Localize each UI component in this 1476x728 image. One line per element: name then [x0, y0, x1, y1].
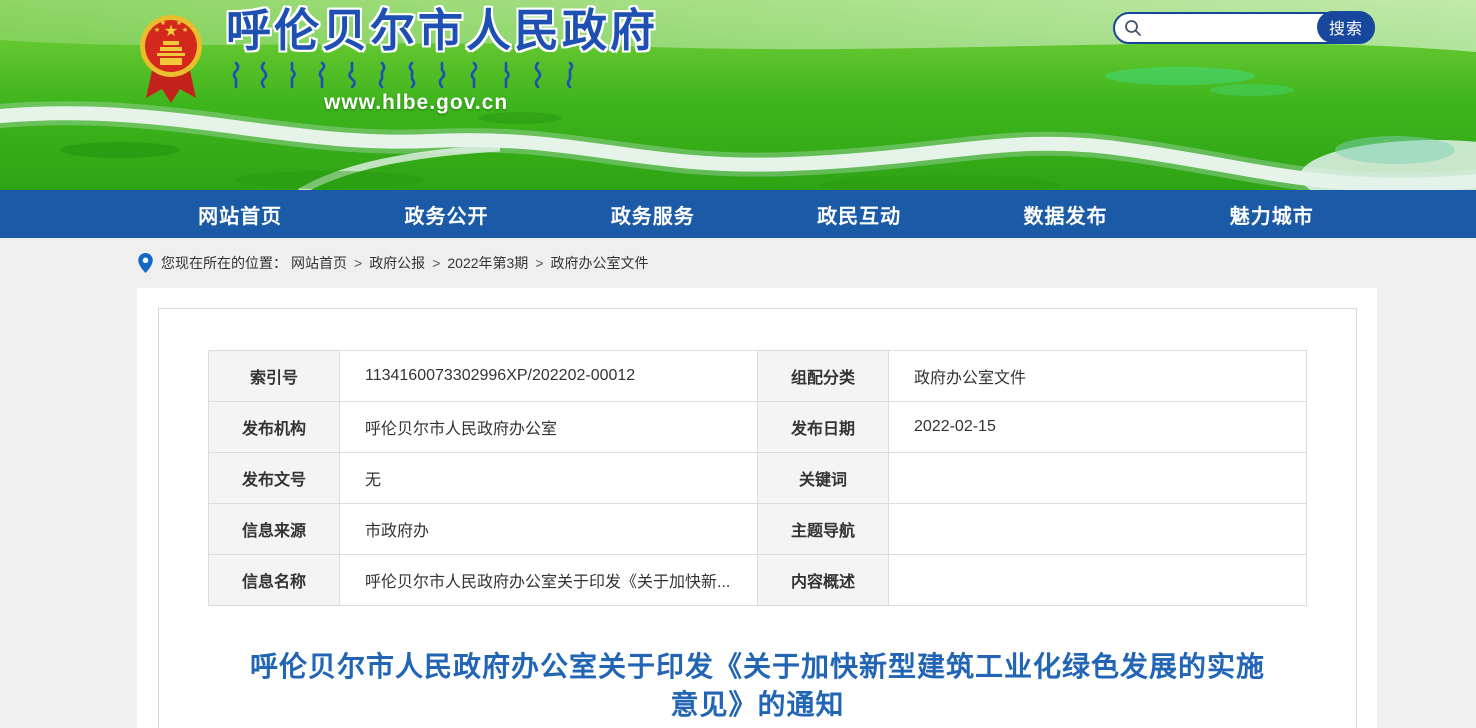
breadcrumb: 您现在所在的位置： 网站首页 > 政府公报 > 2022年第3期 > 政府办公室…	[0, 238, 1476, 288]
meta-label: 内容概述	[758, 555, 889, 606]
search-bar: 搜索	[1113, 12, 1375, 44]
breadcrumb-separator: >	[354, 255, 362, 271]
breadcrumb-separator: >	[432, 255, 440, 271]
nav-item-home[interactable]: 网站首页	[137, 190, 343, 238]
svg-text:★: ★	[160, 19, 166, 27]
national-emblem-icon: ★ ★ ★ ★ ★	[138, 8, 204, 108]
brand-text: 呼伦贝尔市人民政府	[226, 4, 658, 115]
meta-label: 发布机构	[209, 402, 340, 453]
table-row: 发布机构 呼伦贝尔市人民政府办公室 发布日期 2022-02-15	[209, 402, 1307, 453]
content-card: 索引号 1134160073302996XP/202202-00012 组配分类…	[137, 288, 1377, 728]
meta-value: 1134160073302996XP/202202-00012	[340, 351, 758, 402]
main-nav-items: 网站首页 政务公开 政务服务 政民互动 数据发布 魅力城市	[137, 190, 1375, 238]
meta-value: 无	[340, 453, 758, 504]
nav-item-city-charm[interactable]: 魅力城市	[1169, 190, 1375, 238]
breadcrumb-prefix: 您现在所在的位置：	[161, 253, 287, 273]
site-url: www.hlbe.gov.cn	[324, 91, 658, 115]
svg-text:★: ★	[154, 26, 160, 34]
meta-label: 发布文号	[209, 453, 340, 504]
breadcrumb-item-doc-type[interactable]: 政府办公室文件	[551, 253, 649, 273]
search-button[interactable]: 搜索	[1317, 11, 1375, 43]
meta-value: 呼伦贝尔市人民政府办公室	[340, 402, 758, 453]
main-nav: 网站首页 政务公开 政务服务 政民互动 数据发布 魅力城市	[0, 190, 1476, 238]
article-title: 呼伦贝尔市人民政府办公室关于印发《关于加快新型建筑工业化绿色发展的实施意见》的通…	[247, 648, 1268, 724]
nav-item-interaction[interactable]: 政民互动	[756, 190, 962, 238]
meta-value: 政府办公室文件	[889, 351, 1307, 402]
nav-item-gov-service[interactable]: 政务服务	[550, 190, 756, 238]
svg-text:★: ★	[176, 19, 182, 27]
meta-value: 市政府办	[340, 504, 758, 555]
document-meta-table: 索引号 1134160073302996XP/202202-00012 组配分类…	[208, 350, 1307, 606]
meta-label: 索引号	[209, 351, 340, 402]
mongolian-script	[230, 61, 592, 89]
breadcrumb-item-gazette[interactable]: 政府公报	[369, 253, 425, 273]
site-title: 呼伦贝尔市人民政府	[226, 4, 658, 58]
site-banner: ★ ★ ★ ★ ★ 呼伦贝尔市人民政府	[0, 0, 1476, 190]
nav-item-data[interactable]: 数据发布	[962, 190, 1168, 238]
page: ★ ★ ★ ★ ★ 呼伦贝尔市人民政府	[0, 0, 1476, 728]
table-row: 信息来源 市政府办 主题导航	[209, 504, 1307, 555]
table-row: 发布文号 无 关键词	[209, 453, 1307, 504]
breadcrumb-item-home[interactable]: 网站首页	[291, 253, 347, 273]
meta-value: 呼伦贝尔市人民政府办公室关于印发《关于加快新...	[340, 555, 758, 606]
breadcrumb-separator: >	[535, 255, 543, 271]
meta-label: 关键词	[758, 453, 889, 504]
table-row: 索引号 1134160073302996XP/202202-00012 组配分类…	[209, 351, 1307, 402]
meta-label: 信息来源	[209, 504, 340, 555]
site-brand: ★ ★ ★ ★ ★ 呼伦贝尔市人民政府	[138, 4, 658, 115]
meta-label: 组配分类	[758, 351, 889, 402]
meta-label: 信息名称	[209, 555, 340, 606]
meta-value	[889, 453, 1307, 504]
meta-value: 2022-02-15	[889, 402, 1307, 453]
meta-value	[889, 504, 1307, 555]
table-row: 信息名称 呼伦贝尔市人民政府办公室关于印发《关于加快新... 内容概述	[209, 555, 1307, 606]
nav-item-gov-info[interactable]: 政务公开	[343, 190, 549, 238]
location-pin-icon	[138, 253, 153, 273]
meta-label: 发布日期	[758, 402, 889, 453]
meta-label: 主题导航	[758, 504, 889, 555]
breadcrumb-item-issue[interactable]: 2022年第3期	[447, 253, 528, 273]
meta-value	[889, 555, 1307, 606]
search-input[interactable]	[1142, 20, 1317, 36]
search-icon	[1124, 19, 1142, 37]
svg-text:★: ★	[182, 26, 188, 34]
content-inner-box: 索引号 1134160073302996XP/202202-00012 组配分类…	[158, 308, 1357, 728]
